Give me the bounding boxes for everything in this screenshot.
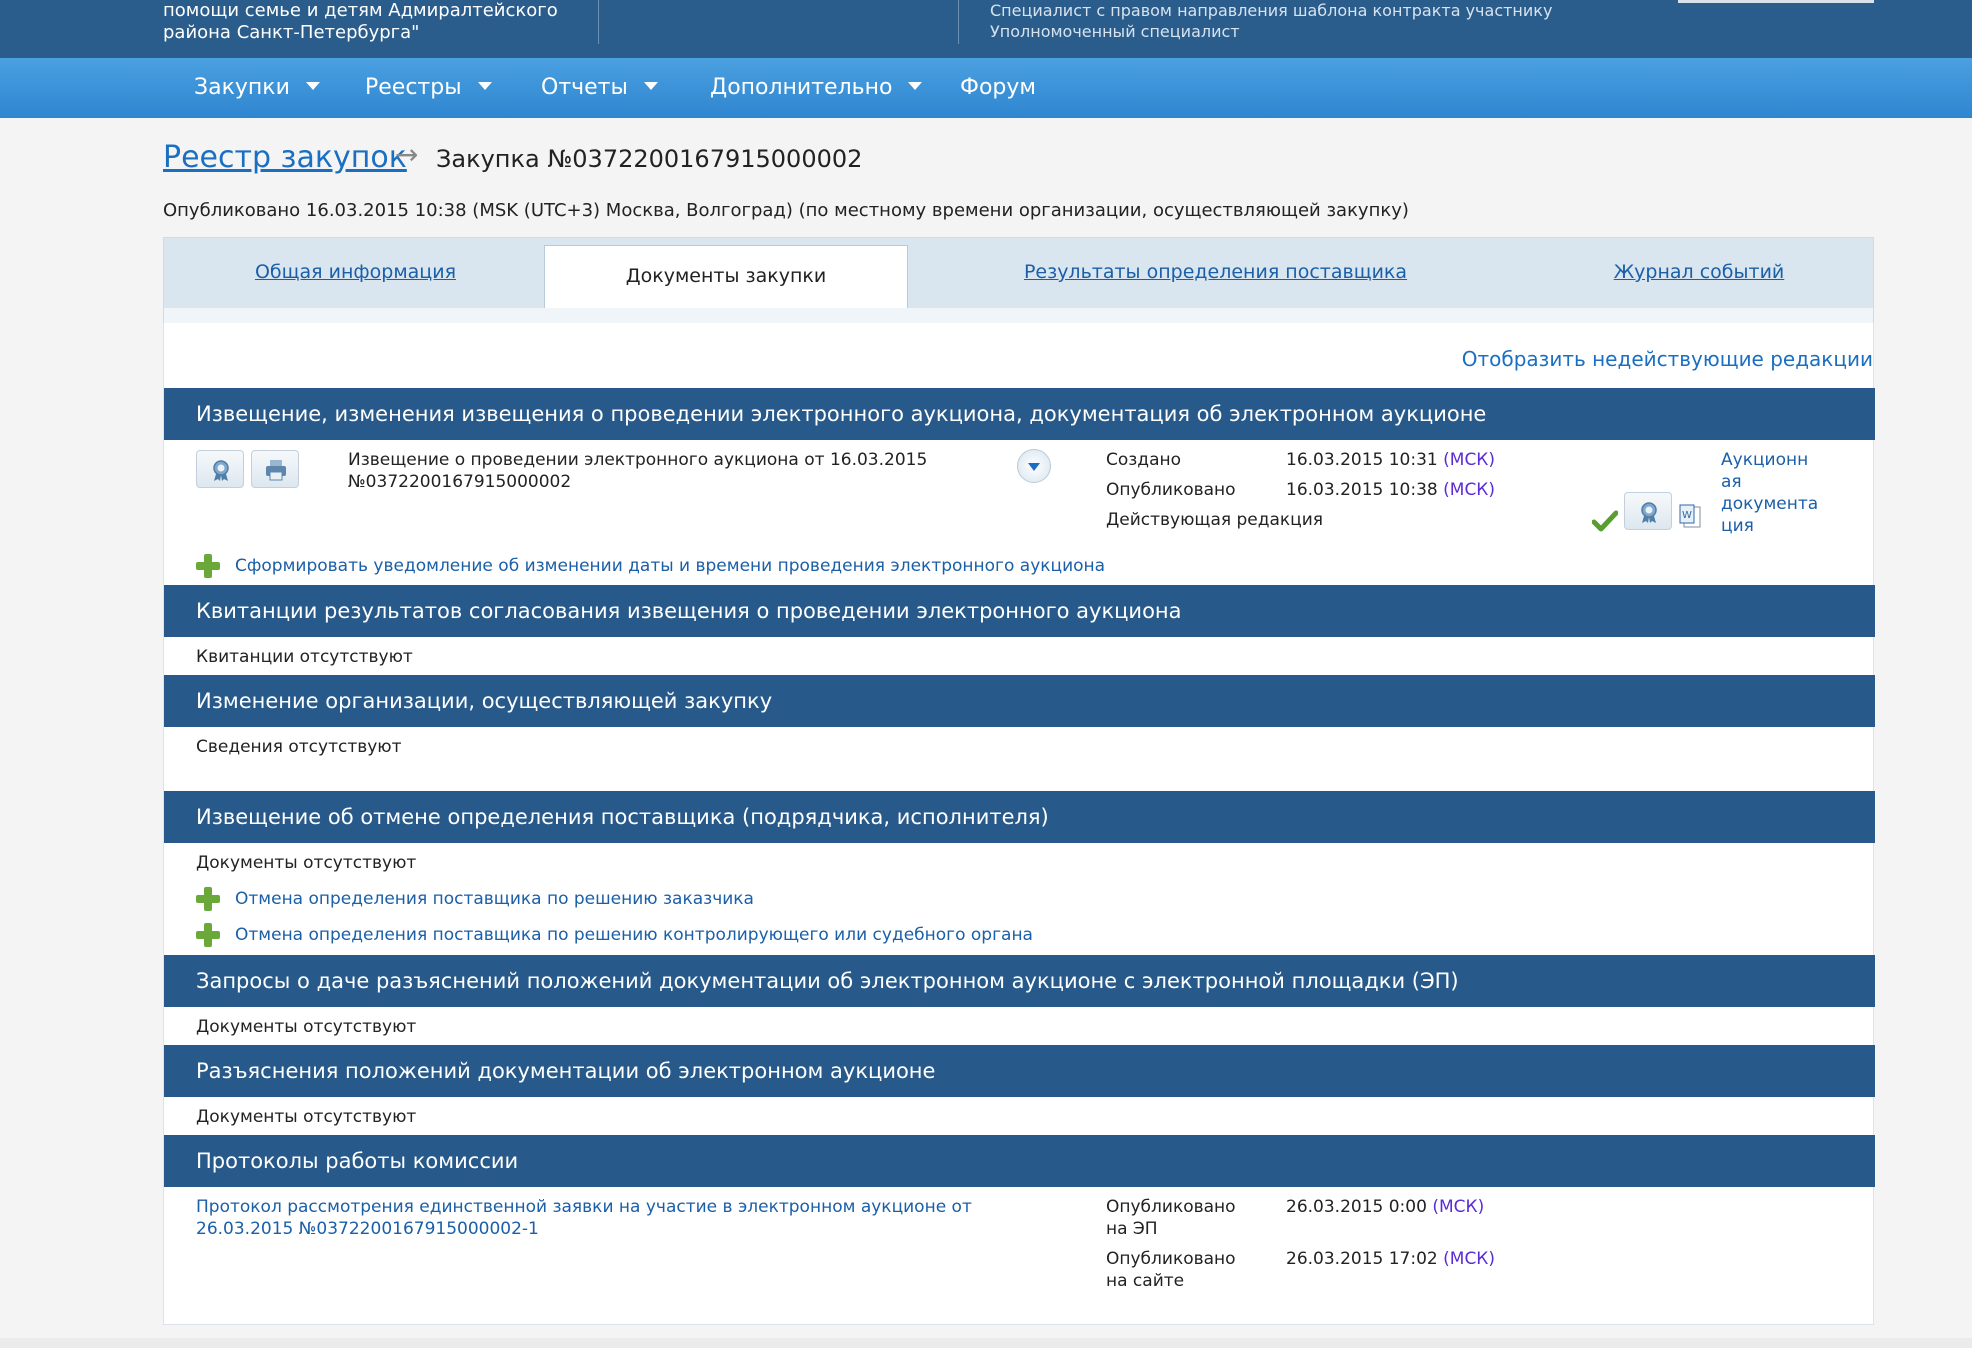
cancel-empty-text: Документы отсутствуют: [196, 853, 417, 873]
tab-label: Документы закупки: [625, 265, 827, 287]
header-divider: [958, 0, 959, 44]
add-icon: [196, 887, 220, 911]
published-site-datetime: 26.03.2015 17:02: [1286, 1249, 1438, 1269]
notice-document-title-line1: Извещение о проведении электронного аукц…: [348, 450, 928, 470]
organization-name-line2: района Санкт-Петербурга": [163, 22, 420, 43]
protocol-link-line1[interactable]: Протокол рассмотрения единственной заявк…: [196, 1197, 972, 1217]
created-value: 16.03.2015 10:31 (МСК): [1286, 450, 1495, 470]
section-header-protocols: Протоколы работы комиссии: [164, 1135, 1875, 1187]
published-label: Опубликовано: [1106, 480, 1236, 500]
status-badge: Действующая редакция: [1106, 510, 1324, 530]
chevron-down-icon: [908, 82, 923, 90]
chevron-down-icon: [643, 82, 658, 90]
documents-panel: Отобразить недействующие редакции Извеще…: [163, 323, 1875, 1325]
svg-text:W: W: [1682, 510, 1692, 521]
section-header-cancel: Извещение об отмене определения поставщи…: [164, 791, 1875, 843]
section-header-org-change: Изменение организации, осуществляющей за…: [164, 675, 1875, 727]
nav-item-reports[interactable]: Отчеты: [541, 58, 658, 118]
tab-event-log[interactable]: Журнал событий: [1523, 238, 1875, 308]
tab-label[interactable]: Результаты определения поставщика: [1024, 261, 1407, 283]
chevron-down-icon: [477, 82, 492, 90]
published-datetime: 16.03.2015 10:38: [1286, 480, 1438, 500]
organization-name: помощи семье и детям Адмиралтейского рай…: [163, 0, 558, 44]
timezone-badge: (МСК): [1432, 1197, 1485, 1217]
section-header-receipts: Квитанции результатов согласования извещ…: [164, 585, 1875, 637]
published-info: Опубликовано 16.03.2015 10:38 (MSK (UTC+…: [163, 200, 1409, 221]
section-header-notice: Извещение, изменения извещения о проведе…: [164, 388, 1875, 440]
nav-item-additional[interactable]: Дополнительно: [710, 58, 923, 118]
show-inactive-revisions-link[interactable]: Отобразить недействующие редакции: [1462, 347, 1873, 371]
timezone-badge: (МСК): [1443, 450, 1496, 470]
top-header: помощи семье и детям Адмиралтейского рай…: [0, 0, 1972, 58]
expand-chevron-icon[interactable]: [1017, 449, 1051, 483]
nav-item-label: Форум: [960, 75, 1036, 100]
nav-item-registries[interactable]: Реестры: [365, 58, 492, 118]
chevron-down-icon: [305, 82, 320, 90]
published-site-label-line1: Опубликовано: [1106, 1249, 1236, 1269]
published-ep-value: 26.03.2015 0:00 (МСК): [1286, 1197, 1484, 1217]
created-label: Создано: [1106, 450, 1181, 470]
tab-label[interactable]: Общая информация: [255, 261, 456, 283]
auction-documentation-link-line3[interactable]: документа: [1721, 494, 1818, 514]
timezone-badge: (МСК): [1443, 1249, 1496, 1269]
print-button[interactable]: [251, 450, 299, 488]
published-ep-label-line2: на ЭП: [1106, 1219, 1158, 1239]
signature-certificate-button[interactable]: [1624, 492, 1672, 530]
certificate-button[interactable]: [196, 450, 244, 488]
header-divider: [598, 0, 599, 44]
org-change-empty-text: Сведения отсутствуют: [196, 737, 402, 757]
page-footer-strip: [0, 1338, 1972, 1348]
timezone-badge: (МСК): [1443, 480, 1496, 500]
add-icon: [196, 554, 220, 578]
published-site-value: 26.03.2015 17:02 (МСК): [1286, 1249, 1495, 1269]
tab-general-info[interactable]: Общая информация: [164, 238, 547, 308]
organization-name-line1: помощи семье и детям Адмиралтейского: [163, 0, 558, 21]
published-ep-datetime: 26.03.2015 0:00: [1286, 1197, 1427, 1217]
published-value: 16.03.2015 10:38 (МСК): [1286, 480, 1495, 500]
section-header-explanations: Разъяснения положений документации об эл…: [164, 1045, 1875, 1097]
user-roles: Специалист с правом направления шаблона …: [990, 0, 1552, 42]
auction-documentation-link-line1[interactable]: Аукционн: [1721, 450, 1808, 470]
cancel-by-authority-link[interactable]: Отмена определения поставщика по решению…: [235, 925, 1033, 945]
tab-strip: [164, 308, 1873, 323]
receipts-empty-text: Квитанции отсутствуют: [196, 647, 413, 667]
create-date-change-notice-link[interactable]: Сформировать уведомление об изменении да…: [235, 556, 1105, 576]
tab-label[interactable]: Журнал событий: [1614, 261, 1785, 283]
notice-document-title-line2: №0372200167915000002: [348, 472, 572, 492]
created-datetime: 16.03.2015 10:31: [1286, 450, 1438, 470]
tab-bar: Общая информация Документы закупки Резул…: [163, 237, 1874, 323]
published-ep-label-line1: Опубликовано: [1106, 1197, 1236, 1217]
nav-item-label: Закупки: [194, 75, 290, 100]
requests-empty-text: Документы отсутствуют: [196, 1017, 417, 1037]
printer-icon: [266, 460, 286, 481]
auction-documentation-link-line4[interactable]: ция: [1721, 516, 1754, 536]
main-nav: Закупки Реестры Отчеты Дополнительно Фор…: [0, 58, 1972, 118]
section-header-clarification-requests: Запросы о даче разъяснений положений док…: [164, 955, 1875, 1007]
certificate-icon: [213, 460, 229, 481]
auction-documentation-link-line2[interactable]: ая: [1721, 472, 1742, 492]
checkmark-icon: [1592, 510, 1618, 532]
explanations-empty-text: Документы отсутствуют: [196, 1107, 417, 1127]
certificate-icon: [1641, 502, 1657, 523]
nav-item-label: Дополнительно: [710, 75, 893, 100]
tab-documents[interactable]: Документы закупки: [544, 245, 908, 316]
nav-item-forum[interactable]: Форум: [960, 58, 1036, 118]
published-site-label-line2: на сайте: [1106, 1271, 1185, 1291]
nav-item-label: Отчеты: [541, 75, 628, 100]
cancel-by-customer-link[interactable]: Отмена определения поставщика по решению…: [235, 889, 754, 909]
arrow-right-icon: →: [395, 138, 419, 171]
breadcrumb: Реестр закупок → Закупка №03722001679150…: [163, 138, 862, 175]
page-title: Закупка №0372200167915000002: [436, 145, 863, 173]
word-document-icon[interactable]: W: [1678, 503, 1702, 529]
user-role-line1: Специалист с правом направления шаблона …: [990, 1, 1553, 20]
user-role-line2: Уполномоченный специалист: [990, 22, 1240, 41]
nav-item-label: Реестры: [365, 75, 462, 100]
header-search-box[interactable]: [1678, 0, 1874, 3]
breadcrumb-registry-link[interactable]: Реестр закупок: [163, 140, 407, 175]
tab-supplier-results[interactable]: Результаты определения поставщика: [908, 238, 1523, 308]
add-icon: [196, 923, 220, 947]
protocol-link-line2[interactable]: 26.03.2015 №0372200167915000002-1: [196, 1219, 539, 1239]
nav-item-purchases[interactable]: Закупки: [194, 58, 320, 118]
